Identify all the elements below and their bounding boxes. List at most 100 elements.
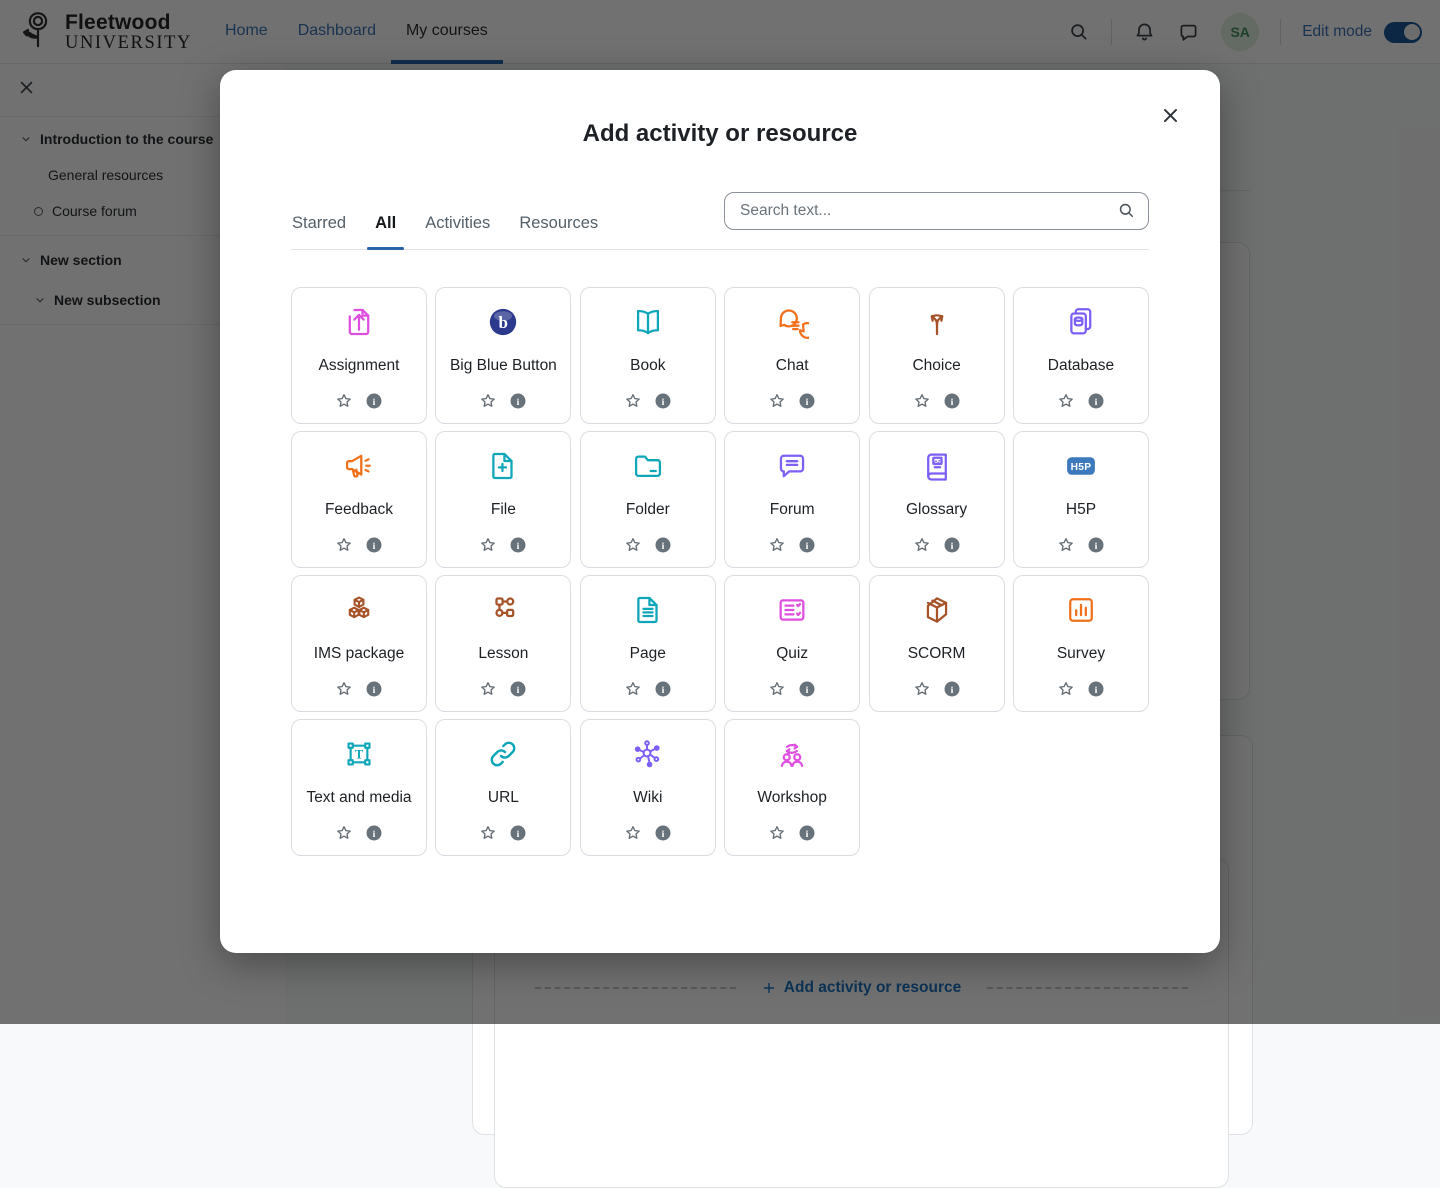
book-icon	[631, 305, 665, 339]
info-icon[interactable]	[943, 680, 961, 698]
info-icon[interactable]	[509, 536, 527, 554]
star-icon[interactable]	[479, 824, 497, 842]
star-icon[interactable]	[768, 824, 786, 842]
info-icon[interactable]	[365, 536, 383, 554]
star-icon[interactable]	[768, 392, 786, 410]
activity-label: IMS package	[314, 645, 404, 663]
star-icon[interactable]	[768, 536, 786, 554]
activity-card-wiki[interactable]: Wiki	[580, 719, 716, 856]
info-icon[interactable]	[654, 680, 672, 698]
folder-icon	[631, 449, 665, 483]
star-icon[interactable]	[1057, 680, 1075, 698]
activity-card-choice[interactable]: Choice	[869, 287, 1005, 424]
star-icon[interactable]	[768, 680, 786, 698]
info-icon[interactable]	[943, 536, 961, 554]
activity-label: Glossary	[906, 501, 967, 519]
info-icon[interactable]	[1087, 536, 1105, 554]
search-input[interactable]	[724, 192, 1149, 230]
info-icon[interactable]	[365, 680, 383, 698]
info-icon[interactable]	[365, 392, 383, 410]
lesson-icon	[486, 593, 520, 627]
info-icon[interactable]	[798, 824, 816, 842]
tab-resources[interactable]: Resources	[518, 214, 599, 249]
scorm-icon	[920, 593, 954, 627]
tab-starred[interactable]: Starred	[291, 214, 347, 249]
activity-label: Quiz	[776, 645, 808, 663]
star-icon[interactable]	[1057, 536, 1075, 554]
star-icon[interactable]	[913, 392, 931, 410]
info-icon[interactable]	[509, 824, 527, 842]
activity-card-glossary[interactable]: Glossary	[869, 431, 1005, 568]
activity-card-scorm[interactable]: SCORM	[869, 575, 1005, 712]
choice-icon	[920, 305, 954, 339]
activity-card-lesson[interactable]: Lesson	[435, 575, 571, 712]
activity-card-feedback[interactable]: Feedback	[291, 431, 427, 568]
star-icon[interactable]	[479, 680, 497, 698]
star-icon[interactable]	[479, 536, 497, 554]
star-icon[interactable]	[624, 680, 642, 698]
activity-card-file[interactable]: File	[435, 431, 571, 568]
activity-card-folder[interactable]: Folder	[580, 431, 716, 568]
activity-card-chat[interactable]: Chat	[724, 287, 860, 424]
info-icon[interactable]	[509, 680, 527, 698]
info-icon[interactable]	[365, 824, 383, 842]
info-icon[interactable]	[654, 536, 672, 554]
search-icon	[1117, 201, 1136, 225]
activity-card-text-and-media[interactable]: Text and media	[291, 719, 427, 856]
activity-label: Folder	[626, 501, 670, 519]
activity-label: Database	[1048, 357, 1114, 375]
info-icon[interactable]	[1087, 392, 1105, 410]
tab-activities[interactable]: Activities	[424, 214, 491, 249]
feedback-icon	[342, 449, 376, 483]
info-icon[interactable]	[798, 536, 816, 554]
assignment-icon	[342, 305, 376, 339]
text-media-icon	[342, 737, 376, 771]
info-icon[interactable]	[509, 392, 527, 410]
activity-card-h5p[interactable]: H5P	[1013, 431, 1149, 568]
activity-card-forum[interactable]: Forum	[724, 431, 860, 568]
activity-label: Lesson	[478, 645, 528, 663]
activity-label: Workshop	[757, 789, 827, 807]
activity-label: File	[491, 501, 516, 519]
activity-card-page[interactable]: Page	[580, 575, 716, 712]
modal-title: Add activity or resource	[220, 120, 1220, 148]
activity-label: SCORM	[908, 645, 966, 663]
activity-card-quiz[interactable]: Quiz	[724, 575, 860, 712]
activity-card-workshop[interactable]: Workshop	[724, 719, 860, 856]
star-icon[interactable]	[335, 536, 353, 554]
activity-card-big-blue-button[interactable]: Big Blue Button	[435, 287, 571, 424]
star-icon[interactable]	[335, 680, 353, 698]
star-icon[interactable]	[913, 536, 931, 554]
activity-card-database[interactable]: Database	[1013, 287, 1149, 424]
close-icon[interactable]	[1157, 102, 1184, 132]
star-icon[interactable]	[913, 680, 931, 698]
info-icon[interactable]	[798, 680, 816, 698]
activity-card-assignment[interactable]: Assignment	[291, 287, 427, 424]
workshop-icon	[775, 737, 809, 771]
tab-all[interactable]: All	[374, 214, 397, 249]
modal-tabbar: Starred All Activities Resources	[291, 192, 1149, 250]
activity-label: URL	[488, 789, 519, 807]
activity-label: Big Blue Button	[450, 357, 557, 375]
activity-card-ims-package[interactable]: IMS package	[291, 575, 427, 712]
info-icon[interactable]	[943, 392, 961, 410]
info-icon[interactable]	[1087, 680, 1105, 698]
activity-card-url[interactable]: URL	[435, 719, 571, 856]
activity-label: Survey	[1057, 645, 1105, 663]
star-icon[interactable]	[335, 824, 353, 842]
info-icon[interactable]	[654, 824, 672, 842]
star-icon[interactable]	[1057, 392, 1075, 410]
activity-card-survey[interactable]: Survey	[1013, 575, 1149, 712]
star-icon[interactable]	[624, 824, 642, 842]
star-icon[interactable]	[624, 536, 642, 554]
activity-label: Feedback	[325, 501, 393, 519]
star-icon[interactable]	[335, 392, 353, 410]
star-icon[interactable]	[479, 392, 497, 410]
activity-card-book[interactable]: Book	[580, 287, 716, 424]
star-icon[interactable]	[624, 392, 642, 410]
info-icon[interactable]	[798, 392, 816, 410]
info-icon[interactable]	[654, 392, 672, 410]
activity-label: Wiki	[633, 789, 662, 807]
activity-label: H5P	[1066, 501, 1096, 519]
activity-grid: Assignment Big Blue Button Book Chat Cho	[291, 287, 1149, 856]
